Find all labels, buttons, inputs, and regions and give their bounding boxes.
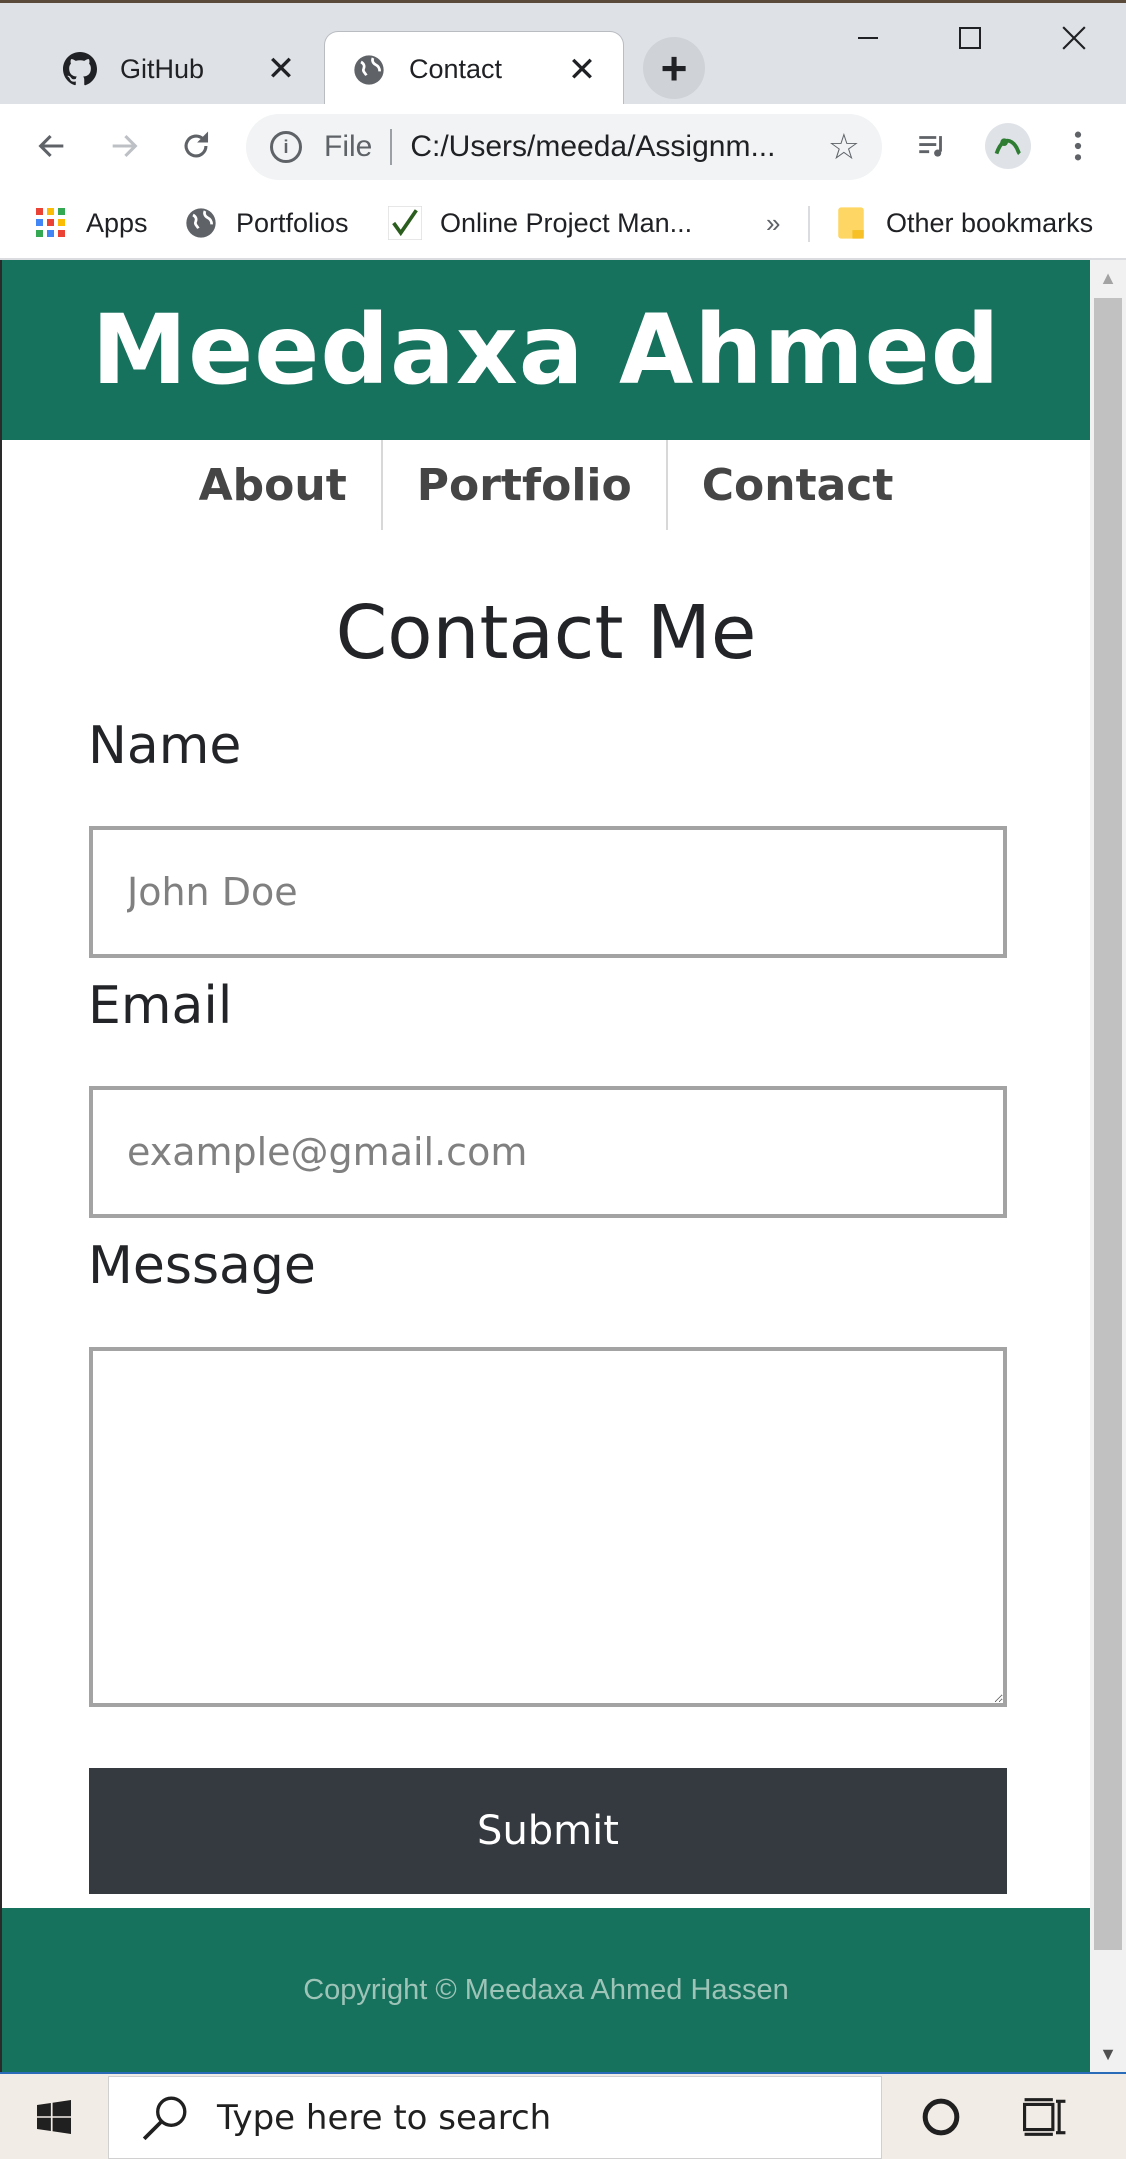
bookmark-online-project-management[interactable]: Online Project Man... (388, 200, 692, 246)
submit-button[interactable]: Submit (89, 1768, 1007, 1894)
folder-icon (834, 206, 868, 240)
forward-arrow-icon[interactable] (98, 120, 150, 172)
site-header: Meedaxa Ahmed (2, 260, 1090, 440)
scrollbar-thumb[interactable] (1094, 298, 1122, 1950)
cortana-circle-icon[interactable] (906, 2082, 976, 2152)
bookmark-label: Portfolios (236, 207, 349, 238)
close-tab-icon[interactable]: ✕ (264, 52, 298, 86)
bookmarks-bar: Apps Portfolios Online Project Man... » … (0, 188, 1126, 260)
close-window-icon[interactable] (1044, 13, 1104, 63)
scroll-up-arrow-icon[interactable]: ▲ (1090, 260, 1126, 296)
info-icon[interactable]: i (270, 131, 302, 163)
back-arrow-icon[interactable] (26, 120, 78, 172)
kebab-menu-icon[interactable] (1052, 120, 1104, 172)
bookmark-apps[interactable]: Apps (34, 200, 148, 246)
bookmarks-divider (808, 206, 810, 242)
email-label: Email (88, 976, 233, 1036)
maximize-window-icon[interactable] (940, 13, 1000, 63)
email-field[interactable] (89, 1086, 1007, 1218)
copyright-text: Copyright © Meedaxa Ahmed Hassen (303, 1973, 789, 2006)
page-scrollbar[interactable]: ▲ ▼ (1090, 260, 1126, 2072)
page-viewport: Meedaxa Ahmed About Portfolio Contact Co… (0, 260, 1090, 2072)
nav-link-about[interactable]: About (165, 440, 381, 530)
checkmark-icon (388, 206, 422, 240)
bookmark-portfolios[interactable]: Portfolios (184, 200, 349, 246)
bookmark-label: Other bookmarks (886, 207, 1094, 238)
reload-icon[interactable] (170, 120, 222, 172)
tab-contact[interactable]: Contact ✕ (324, 31, 624, 107)
profile-avatar-icon[interactable] (982, 120, 1034, 172)
message-field[interactable] (89, 1347, 1007, 1707)
nav-link-contact[interactable]: Contact (668, 440, 928, 530)
windows-taskbar: Type here to search (0, 2072, 1126, 2159)
name-label: Name (88, 716, 242, 776)
star-bookmark-icon[interactable]: ☆ (828, 126, 860, 168)
url-scheme: File (324, 130, 373, 163)
browser-toolbar: i File C:/Users/meeda/Assignm... ☆ (0, 104, 1126, 188)
media-playlist-icon[interactable] (906, 120, 958, 172)
close-tab-icon[interactable]: ✕ (565, 53, 599, 87)
tab-title: GitHub (120, 53, 205, 84)
other-bookmarks-button[interactable]: Other bookmarks (834, 200, 1093, 246)
url-text[interactable]: C:/Users/meeda/Assignm... (410, 130, 827, 164)
address-bar[interactable]: i File C:/Users/meeda/Assignm... ☆ (246, 114, 882, 180)
windows-logo-icon (37, 2099, 71, 2134)
page-title: Contact Me (335, 590, 757, 676)
bookmarks-overflow-button[interactable]: » (766, 200, 780, 246)
task-view-icon[interactable] (1010, 2082, 1080, 2152)
windows-start-button[interactable] (0, 2074, 108, 2159)
tab-title: Contact (409, 54, 503, 84)
minimize-window-icon[interactable] (838, 13, 898, 63)
new-tab-button[interactable]: + (643, 37, 705, 99)
apps-grid-icon (34, 206, 68, 240)
nav-link-portfolio[interactable]: Portfolio (383, 440, 666, 530)
globe-icon (351, 52, 387, 88)
bookmark-label: Apps (86, 207, 148, 238)
search-icon (135, 2088, 195, 2148)
globe-icon (184, 206, 218, 240)
bookmark-label: Online Project Man... (440, 207, 693, 238)
taskbar-search-box[interactable]: Type here to search (108, 2076, 882, 2159)
search-placeholder: Type here to search (217, 2097, 552, 2138)
site-nav: About Portfolio Contact (2, 440, 1090, 530)
github-icon (62, 51, 98, 87)
site-footer: Copyright © Meedaxa Ahmed Hassen (2, 1908, 1090, 2072)
site-title: Meedaxa Ahmed (91, 294, 1001, 406)
scroll-down-arrow-icon[interactable]: ▼ (1090, 2036, 1126, 2072)
omnibox-divider (390, 129, 393, 165)
name-field[interactable] (89, 826, 1007, 958)
message-label: Message (88, 1236, 316, 1296)
tab-github[interactable]: GitHub ✕ (20, 31, 322, 107)
browser-tab-strip: GitHub ✕ Contact ✕ + (0, 0, 1126, 107)
